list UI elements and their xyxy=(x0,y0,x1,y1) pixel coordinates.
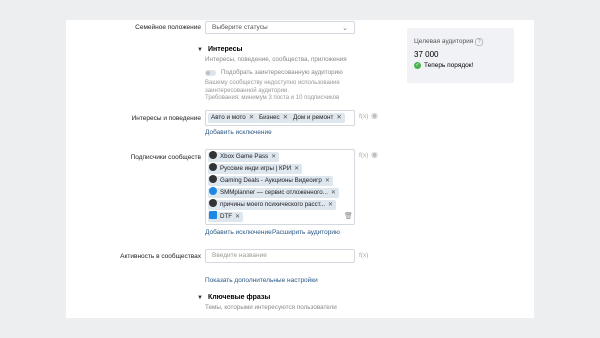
community-chip[interactable]: DTF ✕ xyxy=(208,211,244,222)
interests-section-title: Интересы xyxy=(207,46,243,53)
remove-icon[interactable]: ✕ xyxy=(294,165,299,172)
toggle-label: Подобрать заинтересованную аудиторию xyxy=(221,69,343,76)
hint-line: Вашему сообществу недоступно использован… xyxy=(205,80,340,86)
interested-audience-toggle[interactable] xyxy=(205,70,216,76)
targeting-card: Семейное положение Выберите статусы ⌄ ▼ И… xyxy=(66,20,534,318)
interest-chip-label: Авто и мото xyxy=(211,114,246,121)
audience-count: 37 000 xyxy=(414,50,439,59)
community-chip[interactable]: Gaming Deals - Аукционы Видеоигр ✕ xyxy=(208,175,334,186)
chevron-down-icon: ⌄ xyxy=(342,25,348,32)
activity-input[interactable]: Введите название xyxy=(205,249,355,263)
check-icon: ✓ xyxy=(414,62,421,69)
subscribers-label: Подписчики сообществ xyxy=(130,154,201,161)
eye-icon[interactable]: ◉ xyxy=(371,150,378,159)
hint-line: Требования: минимум 3 поста и 10 подписч… xyxy=(205,95,340,101)
community-avatar xyxy=(209,187,217,196)
fx-icon[interactable]: f(x) xyxy=(359,252,368,259)
community-name: Xbox Game Pass xyxy=(220,153,269,160)
community-name: Русские инди игры | КРИ xyxy=(220,165,292,172)
community-chip[interactable]: причины моего психического расст... ✕ xyxy=(208,199,337,210)
family-status-dropdown[interactable]: Выберите статусы ⌄ xyxy=(205,21,355,34)
remove-icon[interactable]: ✕ xyxy=(328,201,333,208)
triangle-down-icon: ▼ xyxy=(197,47,203,53)
community-name: причины моего психического расст... xyxy=(220,201,326,208)
fx-icon[interactable]: f(x) xyxy=(359,113,368,120)
community-chip[interactable]: Xbox Game Pass ✕ xyxy=(208,151,280,162)
remove-icon[interactable]: ✕ xyxy=(325,177,330,184)
activity-placeholder: Введите название xyxy=(212,252,267,259)
triangle-down-icon: ▼ xyxy=(197,295,203,301)
keywords-subtitle: Темы, которыми интересуются пользователи xyxy=(205,304,337,311)
show-more-settings-link[interactable]: Показать дополнительные настройки xyxy=(205,277,318,284)
activity-label: Активность в сообществах xyxy=(120,253,201,260)
interest-chip[interactable]: Дом и ремонт ✕ xyxy=(290,113,345,123)
audience-title-row: Целевая аудитория? xyxy=(414,38,484,46)
interests-section-header[interactable]: ▼ Интересы xyxy=(197,46,242,53)
keywords-section-title: Ключевые фразы xyxy=(207,294,271,301)
community-avatar xyxy=(209,175,217,184)
audience-title: Целевая аудитория xyxy=(414,38,474,45)
interests-behavior-input[interactable]: Авто и мото ✕ Бизнес ✕ Дом и ремонт ✕ xyxy=(205,110,355,126)
community-name: Gaming Deals - Аукционы Видеоигр xyxy=(220,177,322,184)
community-chip[interactable]: Русские инди игры | КРИ ✕ xyxy=(208,163,303,174)
target-audience-panel: Целевая аудитория? 37 000 ✓ Теперь порядо… xyxy=(407,28,514,83)
interest-chip[interactable]: Авто и мото ✕ xyxy=(208,113,258,123)
hint-line: заинтересованной аудитории. xyxy=(205,87,289,94)
community-name: DTF xyxy=(220,213,233,220)
remove-icon[interactable]: ✕ xyxy=(331,189,336,196)
eye-icon[interactable]: ◉ xyxy=(371,111,378,120)
interest-chip-label: Дом и ремонт xyxy=(293,114,334,121)
fx-icon[interactable]: f(x) xyxy=(359,152,368,159)
audience-status-row: ✓ Теперь порядок! xyxy=(414,62,473,69)
expand-audience-link[interactable]: Расширить аудиторию xyxy=(272,229,340,236)
community-name: SMMplanner — сервис отложенного... xyxy=(220,189,328,196)
community-avatar xyxy=(209,199,217,208)
keywords-section-header[interactable]: ▼ Ключевые фразы xyxy=(197,294,270,301)
requirements-hint: Вашему сообществу недоступно использован… xyxy=(205,80,340,103)
remove-icon[interactable]: ✕ xyxy=(336,114,341,121)
subscribers-add-exclusion-link[interactable]: Добавить исключение xyxy=(205,229,272,236)
trash-icon[interactable]: 🗑 xyxy=(344,212,353,220)
community-avatar xyxy=(209,163,217,172)
community-chip[interactable]: SMMplanner — сервис отложенного... ✕ xyxy=(208,187,340,198)
family-status-label: Семейное положение xyxy=(135,24,201,31)
community-avatar xyxy=(209,211,217,220)
interests-section-subtitle: Интересы, поведение, сообщества, приложе… xyxy=(205,56,347,63)
audience-status: Теперь порядок! xyxy=(424,62,474,70)
interests-behavior-label: Интересы и поведение xyxy=(131,115,201,122)
interests-add-exclusion-link[interactable]: Добавить исключение xyxy=(205,129,272,136)
remove-icon[interactable]: ✕ xyxy=(283,114,288,121)
interest-chip[interactable]: Бизнес ✕ xyxy=(256,113,291,123)
family-status-value: Выберите статусы xyxy=(212,24,268,31)
remove-icon[interactable]: ✕ xyxy=(271,153,276,160)
interest-chip-label: Бизнес xyxy=(259,114,280,121)
subscribers-input[interactable]: Xbox Game Pass ✕ Русские инди игры | КРИ ✕… xyxy=(205,149,355,225)
question-icon[interactable]: ? xyxy=(475,38,484,46)
remove-icon[interactable]: ✕ xyxy=(235,213,240,220)
community-avatar xyxy=(209,151,217,160)
remove-icon[interactable]: ✕ xyxy=(249,114,254,121)
